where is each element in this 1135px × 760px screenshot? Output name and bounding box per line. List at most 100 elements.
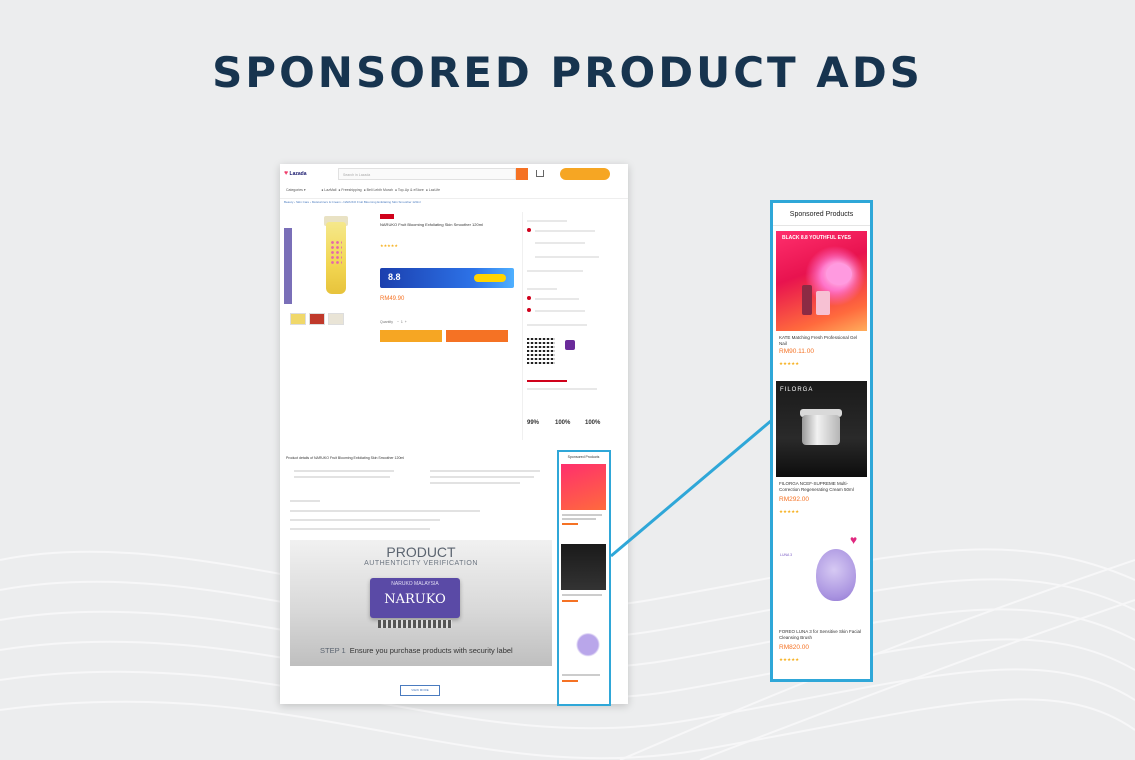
qr-code-overlay (527, 336, 555, 364)
warranty-icon (527, 308, 531, 312)
divider (280, 198, 628, 199)
lazada-logo: ♥ Lazada (284, 170, 307, 177)
ad3-brand: LUNA 3 (780, 553, 793, 557)
mini-ad-3[interactable] (561, 624, 606, 670)
sidebar-line (527, 288, 557, 290)
cart-icon[interactable] (536, 170, 544, 177)
authenticity-subtitle: AUTHENTICITY VERIFICATION (364, 560, 478, 567)
sponsored-item-rating: ★★★★★ (779, 657, 800, 662)
authenticity-banner: PRODUCT AUTHENTICITY VERIFICATION NARUKO… (290, 540, 552, 666)
desc-line (430, 470, 540, 472)
mini-text (562, 594, 602, 596)
campaign-banner[interactable]: 8.8 (380, 268, 514, 288)
view-more-button[interactable]: VIEW MORE (400, 685, 440, 696)
description-title: Product details of NARUKO Fruit Blooming… (286, 456, 405, 460)
authenticity-title: PRODUCT (386, 544, 456, 560)
ad2-brand: FILORGA (780, 387, 814, 393)
sponsored-item-rating: ★★★★★ (779, 509, 800, 514)
product-price: RM49.90 (380, 296, 405, 302)
breadcrumb[interactable]: Beauty › Skin Care › Moisturizers & Crea… (284, 200, 421, 204)
thumbnail[interactable] (290, 313, 306, 325)
promo-banner[interactable] (560, 168, 610, 180)
sidebar-line (535, 310, 585, 312)
desc-line (430, 482, 520, 484)
mini-text (562, 514, 602, 516)
desc-line (430, 476, 534, 478)
sponsored-ad-image-1[interactable]: BLACK 8.8 YOUTHFUL EYES (776, 231, 867, 331)
ad1-bottle (802, 285, 812, 315)
product-thumbnails (290, 312, 347, 330)
location-icon (527, 228, 531, 232)
step-prefix: STEP 1 (320, 646, 346, 655)
thumbnail[interactable] (309, 313, 325, 325)
label-top-text: NARUKO MALAYSIA (391, 581, 439, 587)
mini-sponsored-title: Sponsored Products (567, 455, 600, 459)
ad3-device (816, 549, 856, 601)
slide-title: SPONSORED PRODUCT ADS (212, 48, 923, 97)
seller-badge (527, 380, 567, 382)
desc-line (294, 470, 394, 472)
sidebar-line (527, 220, 567, 222)
ad2-jar (802, 415, 840, 445)
desc-line (290, 510, 480, 512)
sponsored-products-title: Sponsored Products (789, 211, 854, 218)
mini-ad-2[interactable] (561, 544, 606, 590)
sidebar-line (535, 298, 579, 300)
mini-price (562, 680, 578, 682)
ad1-bottle (816, 291, 830, 315)
sidebar-line (535, 242, 585, 244)
barcode (378, 620, 452, 628)
sidebar-line (527, 270, 583, 272)
sponsored-item-price: RM90.11.00 (779, 348, 814, 355)
return-icon (527, 296, 531, 300)
mini-price (562, 523, 578, 525)
label-brand: NARUKO (384, 592, 446, 607)
banner-text: 8.8 (388, 272, 401, 282)
tube-pattern (330, 240, 342, 266)
sponsored-item-name[interactable]: KATE Matching Fresh Professional Gel Nai… (779, 335, 865, 346)
mini-text (562, 674, 600, 676)
search-input[interactable]: Search in Lazada (338, 168, 516, 180)
desc-line (294, 476, 390, 478)
search-button[interactable] (516, 168, 528, 180)
sponsored-item-name[interactable]: FILORGA NCEF-SUPREME Multi-Correction Re… (779, 481, 865, 492)
stat-chat-response: 100% (585, 420, 601, 426)
desc-line (290, 519, 440, 521)
sponsored-products-highlight: Sponsored Products (557, 450, 611, 706)
delivery-sidebar: 99% 100% 100% (522, 212, 613, 440)
sponsored-ad-image-2[interactable]: FILORGA (776, 381, 867, 477)
ad1-badge-text: BLACK 8.8 YOUTHFUL EYES (782, 235, 851, 241)
mini-ad-1[interactable] (561, 464, 606, 510)
category-nav: Categories ▾ ● LazMall ● Freeshipping ● … (286, 188, 441, 192)
ad1-product-glow (826, 263, 852, 285)
stat-ship-on-time: 100% (555, 420, 571, 426)
quantity-label: Quantity − 1 + (380, 320, 407, 324)
sidebar-line (535, 230, 595, 232)
stat-positive-rating: 99% (527, 420, 540, 426)
product-main-image[interactable] (312, 216, 360, 302)
thumbnail[interactable] (328, 313, 344, 325)
rating-stars: ★★★★★ (380, 243, 398, 248)
app-icon (565, 340, 575, 350)
sponsored-item-rating: ★★★★★ (779, 361, 800, 366)
mini-text (562, 518, 596, 520)
sponsored-item-price: RM292.00 (779, 496, 809, 503)
desc-line (290, 500, 320, 502)
heart-icon: ♥ (850, 533, 858, 547)
step-instruction: STEP 1 Ensure you purchase products with … (320, 646, 513, 655)
sponsored-item-price: RM820.00 (779, 644, 809, 651)
shop-now-pill (474, 274, 506, 282)
sidebar-line (527, 324, 587, 326)
step-text: Ensure you purchase products with securi… (349, 646, 513, 655)
title-divider (773, 225, 870, 226)
product-title: NARUKO Fruit Blooming Exfoliating Skin S… (380, 222, 483, 227)
add-to-cart-button[interactable] (446, 330, 508, 342)
sidebar-line (527, 388, 597, 390)
sponsored-ad-image-3[interactable]: LUNA 3 ♥ (776, 527, 867, 627)
security-label: NARUKO MALAYSIA NARUKO (370, 578, 460, 618)
sponsored-item-name[interactable]: FOREO LUNA 3 for Sensitive Skin Facial C… (779, 629, 865, 640)
page-header: ♥ Lazada Search in Lazada (280, 164, 628, 186)
desc-line (290, 528, 430, 530)
mini-price (562, 600, 578, 602)
buy-now-button[interactable] (380, 330, 442, 342)
